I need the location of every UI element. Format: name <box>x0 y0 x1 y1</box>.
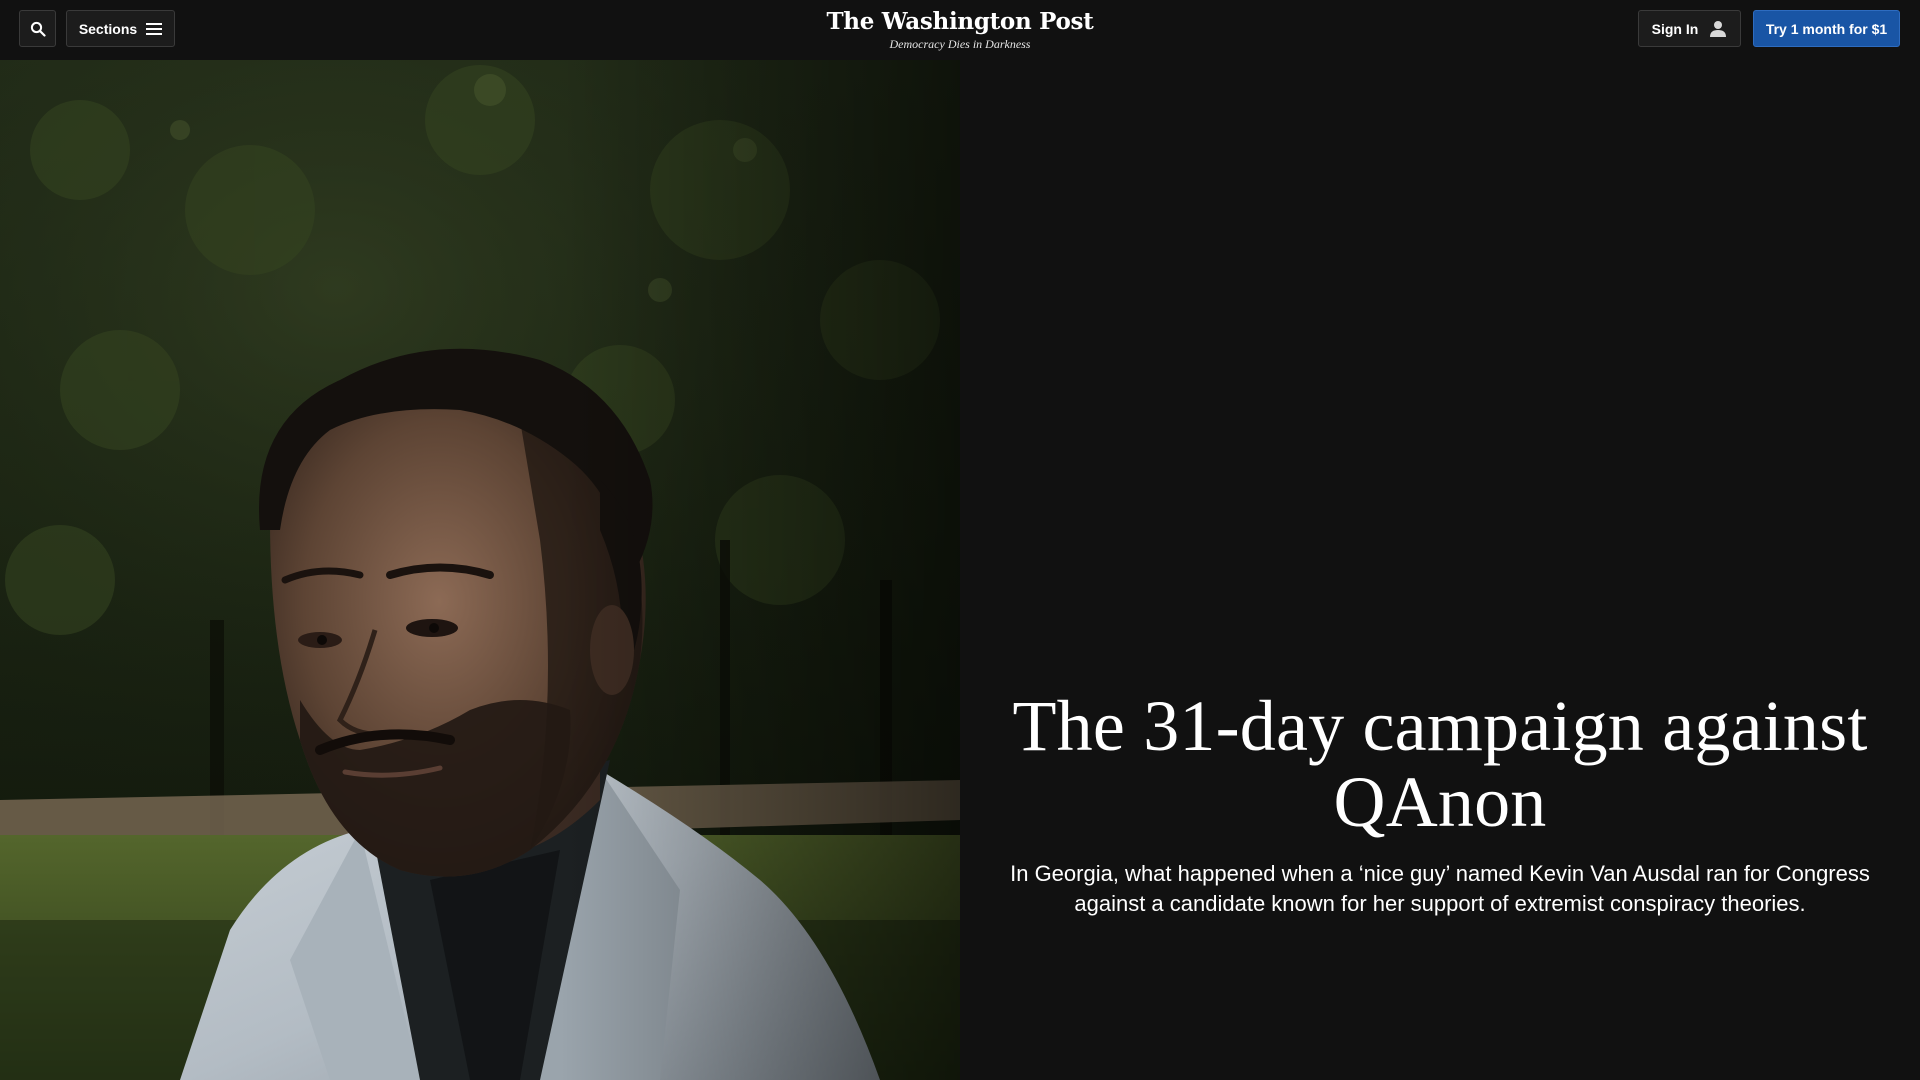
sections-label: Sections <box>78 20 138 37</box>
article-dek: In Georgia, what happened when a ‘nice g… <box>1010 861 1870 916</box>
masthead-tagline: Democracy Dies in Darkness <box>889 37 1031 51</box>
article-headline[interactable]: The 31-day campaign against QAnon <box>1000 688 1880 840</box>
user-icon <box>1709 20 1727 38</box>
search-button[interactable] <box>19 10 56 47</box>
top-navigation-bar: Sections The Washington Post Democracy D… <box>0 0 1920 60</box>
hero-portrait-photo <box>0 60 960 1080</box>
washington-post-logo: The Washington Post <box>826 8 1094 35</box>
sign-in-button[interactable]: Sign In <box>1638 10 1741 47</box>
washington-post-logo-link[interactable]: The Washington Post Democracy Dies in Da… <box>760 8 1160 51</box>
sign-in-label: Sign In <box>1651 20 1699 37</box>
sections-menu-button[interactable]: Sections <box>66 10 175 47</box>
search-icon <box>30 21 46 37</box>
hamburger-menu-icon <box>146 22 163 36</box>
article-headline-panel: The 31-day campaign against QAnon In Geo… <box>960 60 1920 1080</box>
subscribe-trial-button[interactable]: Try 1 month for $1 <box>1753 10 1900 47</box>
